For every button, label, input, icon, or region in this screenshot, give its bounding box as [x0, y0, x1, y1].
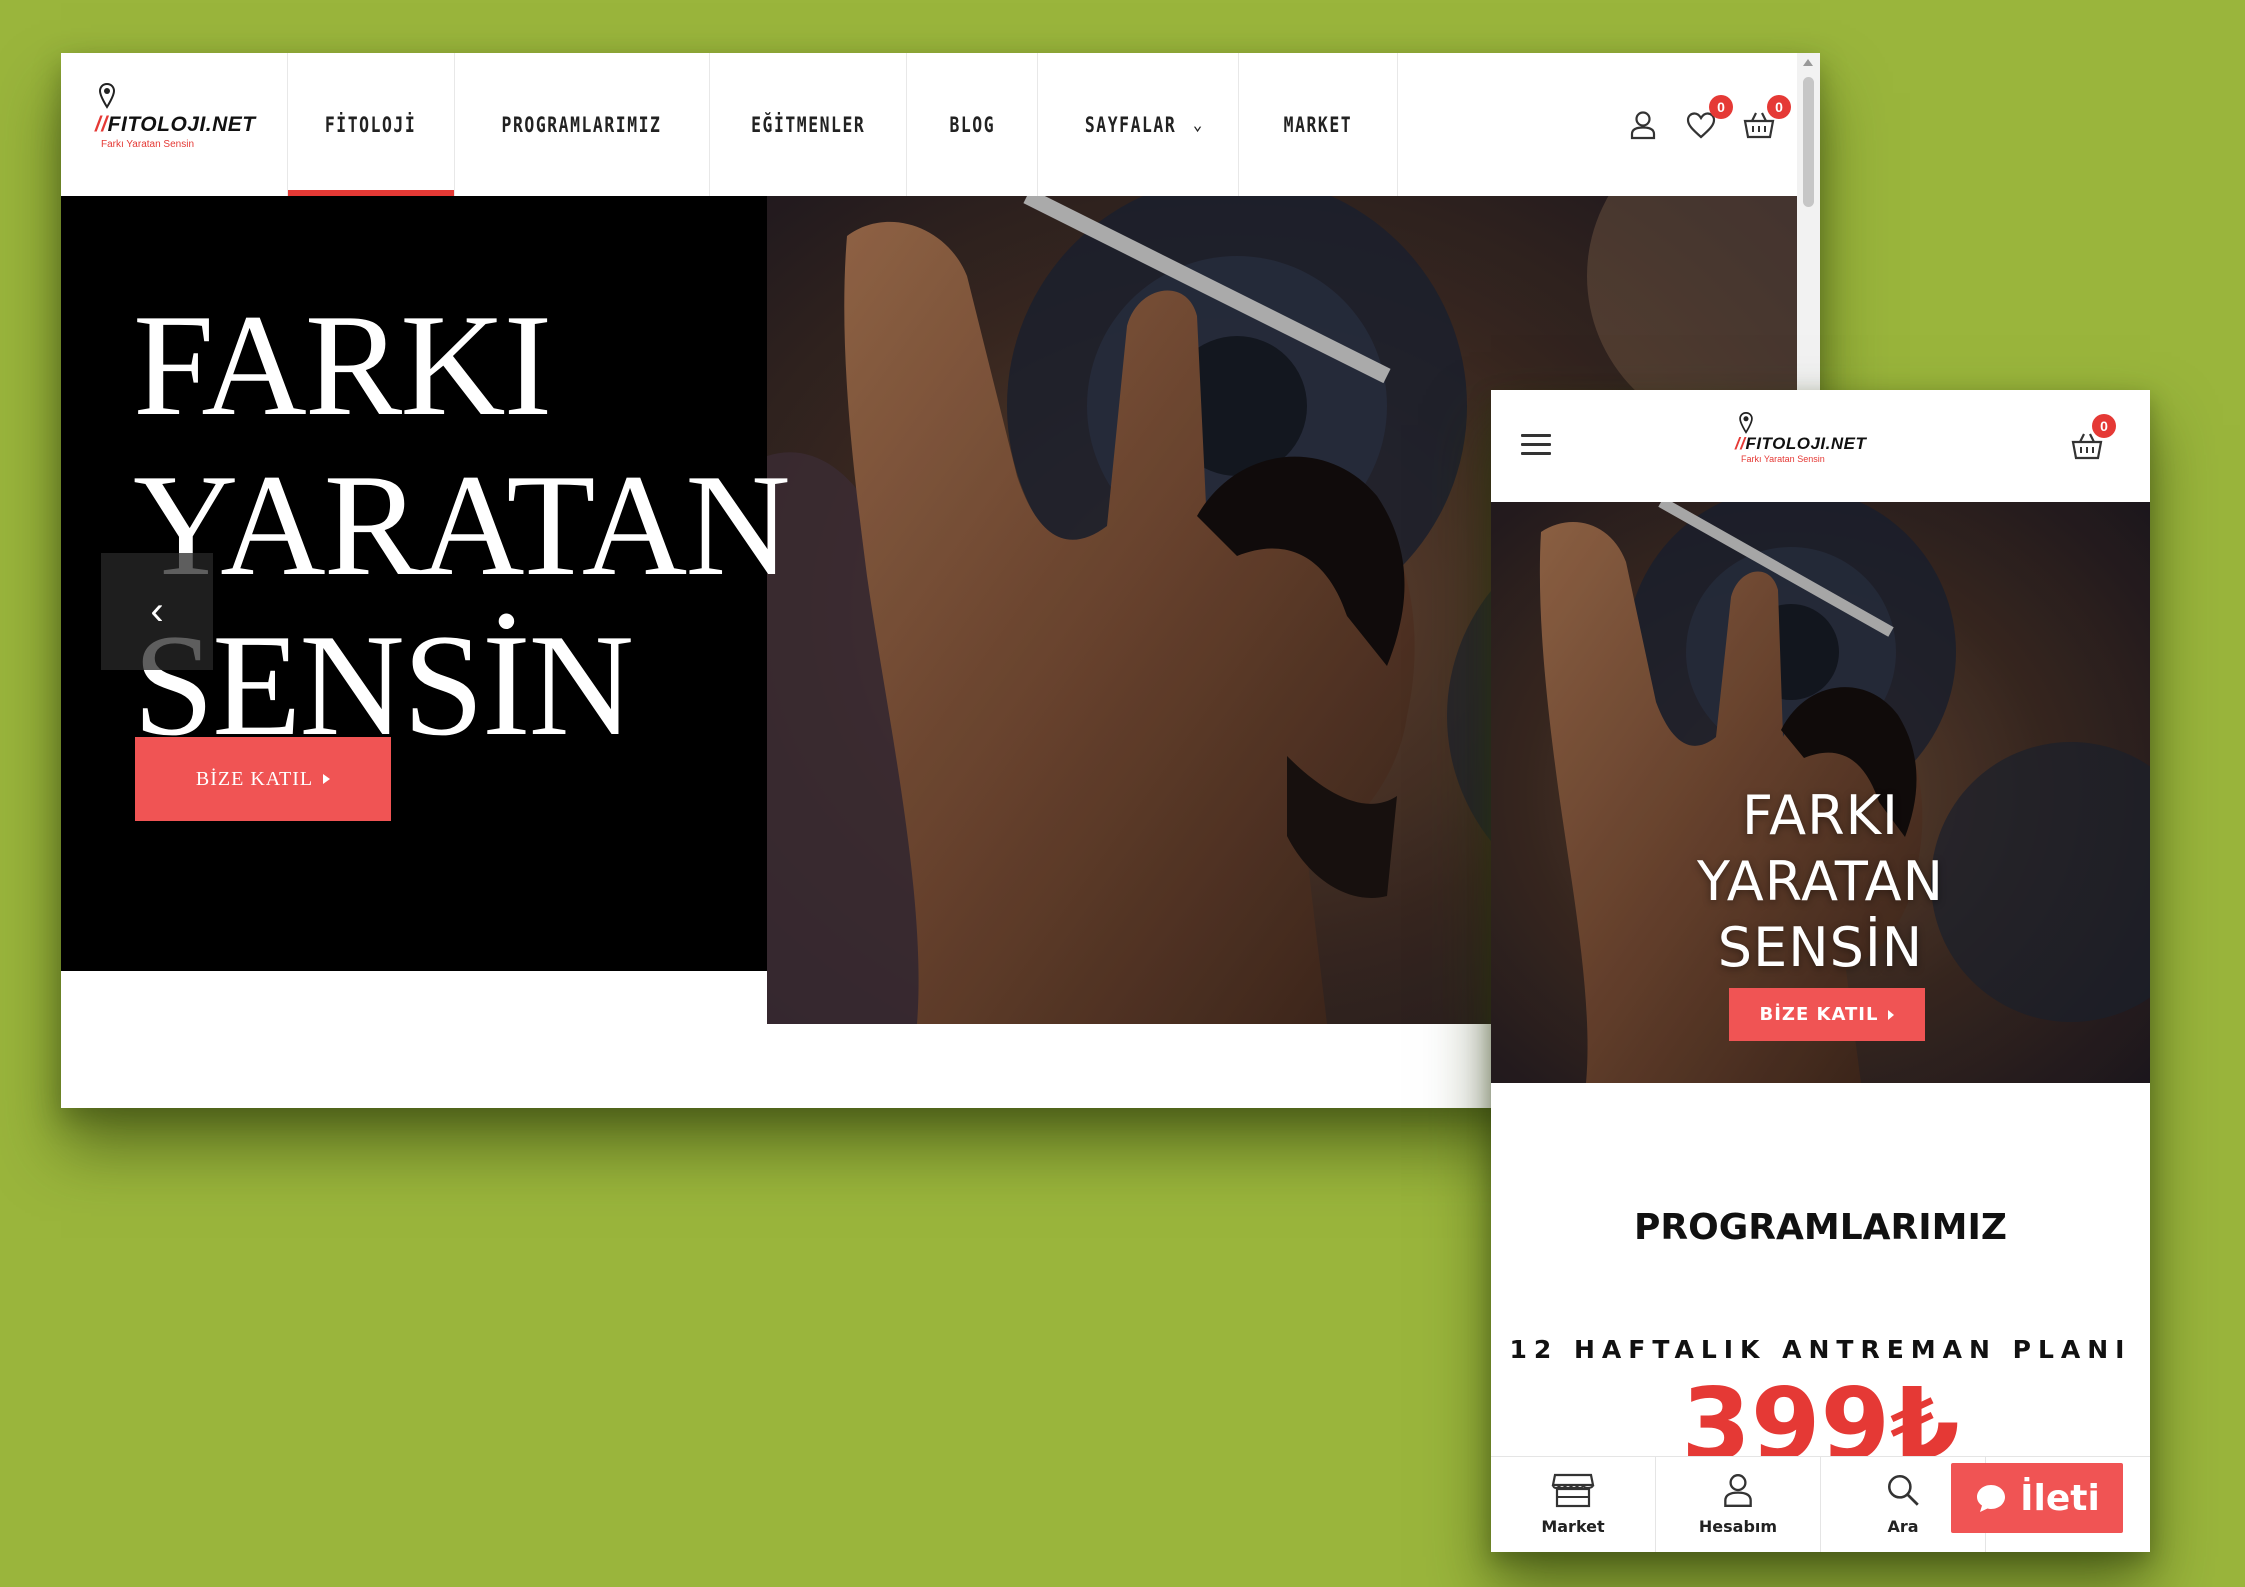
bottom-nav-market-label: Market	[1541, 1517, 1605, 1536]
store-icon	[1551, 1473, 1595, 1508]
chat-widget-button[interactable]: İleti	[1951, 1463, 2123, 1533]
chat-bubble-icon	[1977, 1485, 2006, 1512]
mobile-logo-text: //FITOLOJI.NET	[1735, 434, 1867, 453]
wishlist-count-badge: 0	[1709, 94, 1733, 119]
mobile-join-button-label: BİZE KATIL	[1759, 1004, 1879, 1025]
nav-item-fitoloji[interactable]: FİTOLOJİ	[287, 53, 454, 196]
join-button-label: BİZE KATIL	[195, 767, 314, 790]
user-icon	[1630, 110, 1656, 139]
caret-right-icon	[1888, 1009, 1895, 1020]
chevron-left-icon: ‹	[150, 589, 164, 633]
logo-tagline: Farkı Yaratan Sensin	[101, 139, 195, 150]
mobile-hero-title-line-2: YARATAN	[1697, 850, 1944, 913]
bottom-nav-market[interactable]: Market	[1491, 1457, 1656, 1552]
nav-item-market[interactable]: MARKET	[1238, 53, 1398, 196]
nav-item-egitmenler[interactable]: EĞİTMENLER	[709, 53, 906, 196]
chat-widget-label: İleti	[2020, 1477, 2100, 1519]
location-pin-icon	[99, 83, 115, 109]
header-icons: 0 0	[1625, 53, 1791, 196]
account-button[interactable]	[1625, 107, 1661, 143]
site-logo[interactable]: //FITOLOJI.NET Farkı Yaratan Sensin	[95, 83, 265, 163]
bottom-nav-account-label: Hesabım	[1698, 1517, 1778, 1536]
cart-count-badge: 0	[1767, 94, 1791, 119]
hero-title-line-1: FARKI	[133, 284, 552, 446]
logo-text: //FITOLOJI.NET	[95, 113, 256, 136]
scroll-up-arrow[interactable]	[1803, 59, 1813, 66]
nav-item-blog[interactable]: BLOG	[906, 53, 1037, 196]
search-icon	[1888, 1475, 1919, 1506]
mobile-hero-title-line-3: SENSİN	[1717, 916, 1924, 979]
bottom-nav-account[interactable]: Hesabım	[1656, 1457, 1821, 1552]
mobile-logo-tagline: Farkı Yaratan Sensin	[1741, 454, 1825, 464]
hero-title-line-2: YARATAN	[133, 444, 791, 606]
location-pin-icon	[1739, 412, 1753, 434]
caret-right-icon	[323, 774, 331, 784]
mobile-hero-title: FARKI YARATAN SENSİN	[1491, 783, 2150, 981]
bottom-nav-search-label: Ara	[1887, 1517, 1919, 1536]
mobile-site-logo[interactable]: //FITOLOJI.NET Farkı Yaratan Sensin	[1735, 412, 1895, 472]
mobile-cart-count-badge: 0	[2092, 414, 2116, 438]
main-nav: FİTOLOJİ PROGRAMLARIMIZ EĞİTMENLER BLOG …	[287, 53, 1398, 196]
plan-title: 12 HAFTALIK ANTREMAN PLANI	[1509, 1335, 2132, 1364]
user-icon	[1724, 1474, 1752, 1507]
programs-section-title: PROGRAMLARIMIZ	[1634, 1207, 2007, 1248]
nav-item-programlarimiz[interactable]: PROGRAMLARIMIZ	[454, 53, 709, 196]
slider-prev-button[interactable]: ‹	[101, 553, 213, 670]
wishlist-button[interactable]: 0	[1683, 94, 1733, 143]
hero-title: FARKI YARATAN SENSİN	[133, 285, 873, 765]
mobile-hero-title-line-1: FARKI	[1742, 784, 1899, 847]
desktop-header: //FITOLOJI.NET Farkı Yaratan Sensin FİTO…	[61, 53, 1797, 197]
menu-icon[interactable]	[1521, 434, 1551, 456]
mobile-join-button[interactable]: BİZE KATIL	[1729, 988, 1925, 1041]
join-button[interactable]: BİZE KATIL	[135, 737, 391, 821]
mobile-cart-button[interactable]: 0	[2068, 414, 2116, 464]
mobile-window: //FITOLOJI.NET Farkı Yaratan Sensin 0 FA…	[1491, 390, 2150, 1552]
mobile-header: //FITOLOJI.NET Farkı Yaratan Sensin 0	[1491, 390, 2150, 502]
cart-button[interactable]: 0	[1741, 94, 1791, 143]
chevron-down-icon: ⌄	[1192, 115, 1205, 134]
nav-item-sayfalar[interactable]: SAYFALAR ⌄	[1037, 53, 1238, 196]
scrollbar-thumb[interactable]	[1803, 77, 1814, 207]
